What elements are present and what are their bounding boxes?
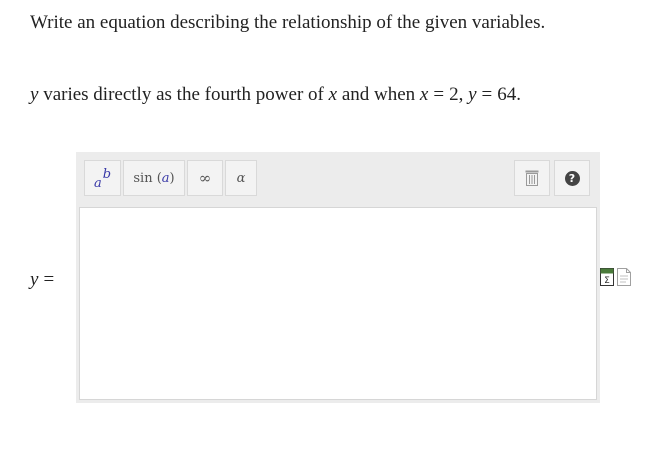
trash-icon <box>525 170 539 186</box>
problem-text-2: and when <box>337 84 420 105</box>
help-icon: ? <box>564 170 580 186</box>
problem-statement: y varies directly as the fourth power of… <box>30 83 521 107</box>
infinity-symbol: ∞ <box>198 169 212 187</box>
math-editor: ab sin (a) ∞ α ? <box>76 152 600 403</box>
trig-function-button[interactable]: sin (a) <box>123 160 185 196</box>
answer-equals: = <box>43 269 55 290</box>
condition-y-var: y <box>468 84 477 105</box>
equals-sign: = <box>481 84 493 105</box>
trig-func-label: sin <box>133 170 153 186</box>
greek-letters-button[interactable]: α <box>225 160 257 196</box>
var-x: x <box>328 84 338 105</box>
power-exp-label: b <box>102 166 112 182</box>
condition-y-value: 64. <box>497 84 521 105</box>
help-button[interactable]: ? <box>554 160 590 196</box>
trig-arg-label: a <box>161 170 170 186</box>
editor-toolbar: ab sin (a) ∞ α ? <box>76 152 600 206</box>
answer-input-area[interactable] <box>79 207 597 400</box>
alpha-symbol: α <box>236 170 246 186</box>
condition-x-var: x <box>419 84 429 105</box>
editor-mode-switcher: Σ <box>600 268 632 288</box>
text-editor-icon[interactable] <box>617 268 631 286</box>
answer-label: y = <box>30 268 59 292</box>
clear-button[interactable] <box>514 160 550 196</box>
infinity-button[interactable]: ∞ <box>187 160 223 196</box>
math-editor-icon[interactable]: Σ <box>600 268 614 286</box>
answer-var-y: y <box>30 269 39 290</box>
power-base-label: a <box>93 175 102 191</box>
svg-text:Σ: Σ <box>604 276 610 286</box>
condition-x-value: 2, <box>449 84 464 105</box>
question-instruction: Write an equation describing the relatio… <box>30 12 546 33</box>
power-button[interactable]: ab <box>84 160 121 196</box>
equals-sign: = <box>433 84 445 105</box>
problem-text-1: varies directly as the fourth power of <box>38 84 329 105</box>
